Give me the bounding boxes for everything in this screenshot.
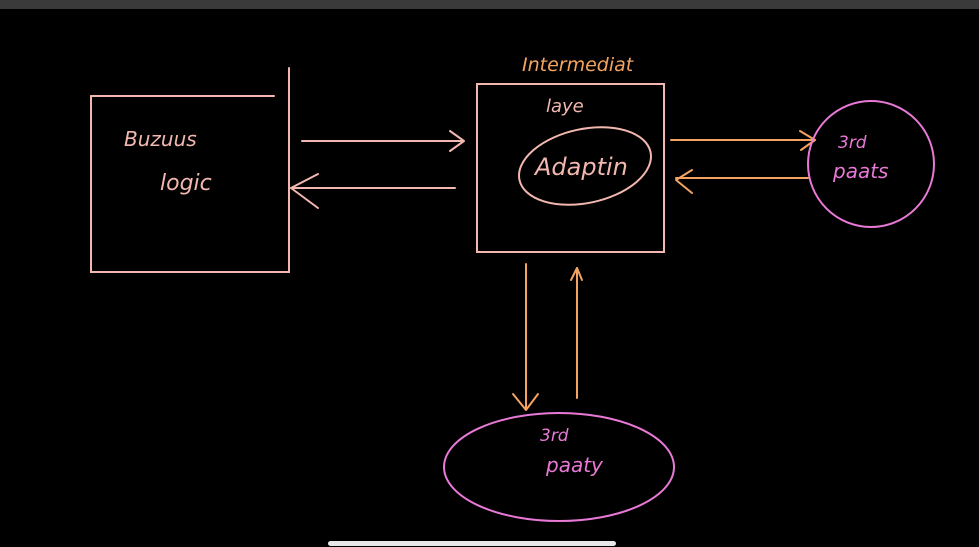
arrow-bottom-party-to-intermediate (570, 267, 583, 399)
adapter-label: Adaptin (533, 153, 628, 181)
third-party-right-line2: paats (832, 159, 888, 183)
arrow-business-to-intermediate (301, 130, 465, 152)
business-logic-box (90, 67, 290, 273)
third-party-bottom-line1: 3rd (540, 426, 569, 446)
whiteboard-diagram: Buzuus logic Intermediat laye Adaptin 3r… (90, 54, 935, 522)
arrow-intermediate-to-right-party (670, 130, 816, 151)
home-indicator-bar[interactable] (328, 541, 616, 546)
arrow-right-party-to-intermediate (675, 169, 809, 194)
business-logic-label-line2: logic (160, 171, 212, 196)
third-party-right-line1: 3rd (838, 133, 867, 153)
intermediate-subtitle: laye (546, 96, 584, 117)
arrow-intermediate-to-business (290, 173, 456, 209)
third-party-bottom-line2: paaty (545, 453, 604, 477)
business-logic-label-line1: Buzuus (124, 127, 197, 151)
arrow-intermediate-to-bottom-party (512, 263, 539, 411)
intermediate-title: Intermediat (522, 54, 635, 76)
